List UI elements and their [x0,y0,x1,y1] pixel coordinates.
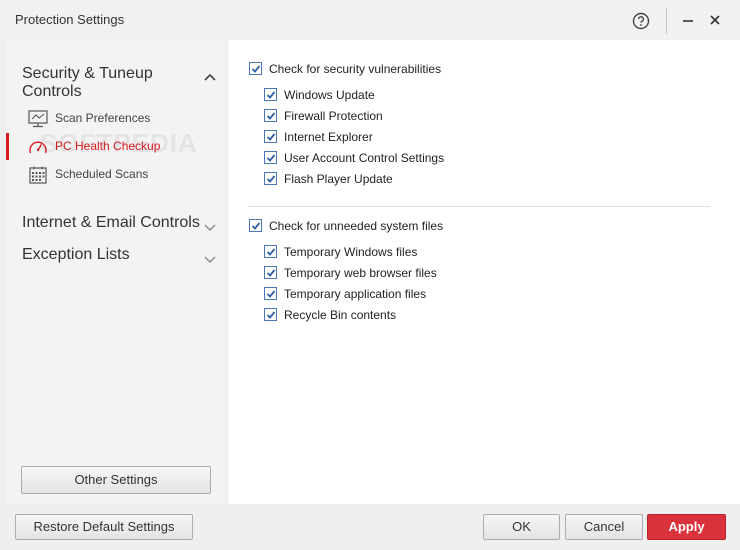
titlebar-separator [666,8,667,34]
ok-button[interactable]: OK [483,514,560,540]
checkbox-label: Temporary web browser files [284,266,437,280]
checkbox[interactable] [264,151,277,164]
chevron-down-icon[interactable] [204,219,216,231]
sidebar-item-scheduled-scans[interactable]: Scheduled Scans [28,164,218,186]
calendar-icon [28,166,48,184]
checkbox-label: Check for security vulnerabilities [269,62,442,76]
title-bar: Protection Settings [0,0,740,40]
nav-section-label: Internet & Email Controls [22,214,200,231]
checkbox[interactable] [249,62,262,75]
section-divider [248,206,710,207]
checkbox[interactable] [264,172,277,185]
checkbox-label: Windows Update [284,88,375,102]
checkbox-label: Temporary Windows files [284,245,418,259]
restore-default-settings-button[interactable]: Restore Default Settings [15,514,193,540]
other-settings-button[interactable]: Other Settings [21,466,211,494]
main-panel: Check for security vulnerabilities Windo… [228,40,740,504]
nav-section-label: Security & Tuneup Controls [22,65,153,100]
active-indicator [6,133,9,160]
checkbox-label: Temporary application files [284,287,427,301]
checkbox-label: Check for unneeded system files [269,219,444,233]
checkbox[interactable] [264,287,277,300]
cancel-button[interactable]: Cancel [565,514,643,540]
chevron-down-icon[interactable] [204,251,216,263]
checkbox[interactable] [264,88,277,101]
monitor-icon [28,110,48,128]
checkbox-label: Flash Player Update [284,172,393,186]
checkbox-label: Recycle Bin contents [284,308,397,322]
checkbox[interactable] [264,266,277,279]
nav-section-internet-email[interactable]: Internet & Email Controls [22,214,212,232]
checkbox[interactable] [264,109,277,122]
sidebar: Security & Tuneup Controls Scan Preferen… [6,40,226,504]
nav-section-label: Exception Lists [22,246,130,263]
gauge-icon [28,138,48,156]
sidebar-item-label: PC Health Checkup [55,139,161,153]
checkbox-label: Firewall Protection [284,109,383,123]
sidebar-item-label: Scheduled Scans [55,167,149,181]
checkbox-label: User Account Control Settings [284,151,445,165]
checkbox[interactable] [264,130,277,143]
nav-section-exception-lists[interactable]: Exception Lists [22,246,212,264]
close-icon[interactable] [707,12,723,28]
sidebar-item-label: Scan Preferences [55,111,151,125]
window-title: Protection Settings [15,12,125,27]
sidebar-item-scan-preferences[interactable]: Scan Preferences [28,108,218,130]
sidebar-item-pc-health-checkup[interactable]: PC Health Checkup [28,136,218,158]
chevron-up-icon[interactable] [204,68,216,81]
checkbox-label: Internet Explorer [284,130,373,144]
help-icon[interactable] [632,12,650,30]
checkbox[interactable] [264,245,277,258]
nav-section-security-tuneup[interactable]: Security & Tuneup Controls [22,65,192,101]
checkbox[interactable] [264,308,277,321]
checkbox[interactable] [249,219,262,232]
apply-button[interactable]: Apply [647,514,726,540]
minimize-icon[interactable] [680,12,696,28]
